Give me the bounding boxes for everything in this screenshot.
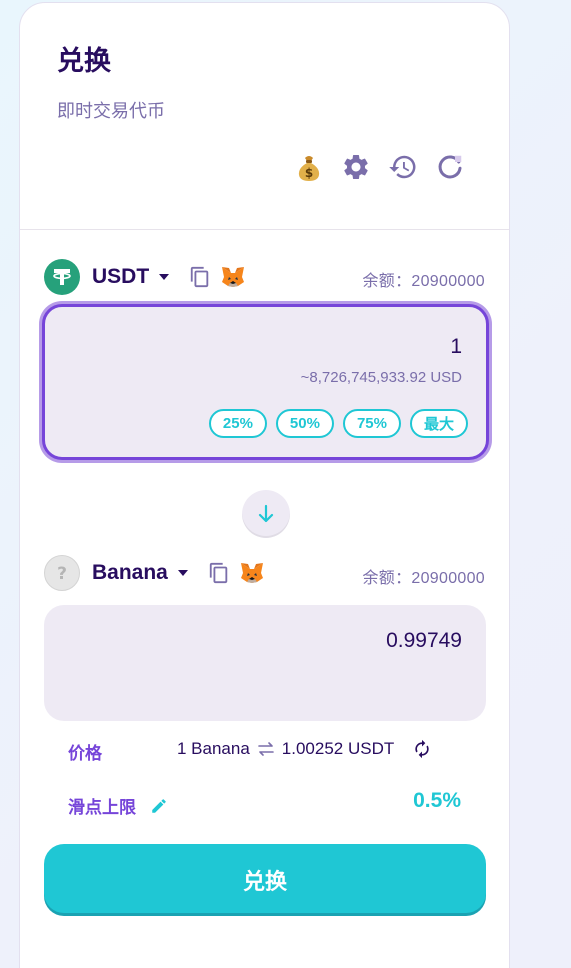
- to-balance: 余额：20900000: [362, 570, 485, 587]
- slippage-setting[interactable]: 滑点上限: [68, 793, 168, 818]
- autorenew-icon[interactable]: [412, 739, 432, 759]
- switch-tokens-button[interactable]: [242, 490, 290, 538]
- from-amount-box[interactable]: 1 ~8,726,745,933.92 USD 25% 50% 75% 最大: [42, 304, 489, 460]
- swap-button[interactable]: 兑换: [44, 844, 486, 916]
- arrow-down-icon: [258, 504, 274, 523]
- copy-icon[interactable]: [189, 265, 211, 289]
- metamask-fox-icon[interactable]: [240, 562, 264, 584]
- unknown-token-icon: ?: [44, 555, 80, 591]
- svg-text:$: $: [305, 166, 313, 180]
- copy-icon[interactable]: [208, 561, 230, 585]
- pencil-icon[interactable]: [150, 797, 168, 815]
- swap-card: 兑换 即时交易代币 $ USDT 余额：20900000 1 ~8,726,74…: [19, 2, 510, 968]
- to-token-selector[interactable]: ? Banana: [44, 555, 264, 591]
- metamask-fox-icon[interactable]: [221, 266, 245, 288]
- money-bag-icon[interactable]: $: [292, 149, 326, 185]
- from-usd-value: ~8,726,745,933.92 USD: [300, 369, 462, 386]
- max-button[interactable]: 最大: [409, 409, 468, 438]
- price-label: 价格: [68, 744, 102, 764]
- from-token-name: USDT: [92, 265, 150, 288]
- percent-25-button[interactable]: 25%: [208, 409, 267, 438]
- from-token-selector[interactable]: USDT: [44, 259, 245, 295]
- slippage-value: 0.5%: [413, 789, 461, 812]
- price-value: 1 Banana 1.00252 USDT: [177, 739, 432, 759]
- page-title: 兑换: [57, 46, 111, 77]
- chevron-down-icon: [177, 570, 188, 576]
- chevron-down-icon: [159, 274, 170, 280]
- swap-arrows-icon: [257, 742, 274, 756]
- price-left: 1 Banana: [177, 739, 250, 758]
- page-subtitle: 即时交易代币: [57, 101, 165, 122]
- history-icon[interactable]: [386, 149, 420, 185]
- gear-icon[interactable]: [339, 149, 373, 185]
- from-amount-input[interactable]: 1: [450, 335, 462, 359]
- svg-text:?: ?: [57, 564, 67, 584]
- toolbar: $: [292, 149, 467, 185]
- usdt-logo-icon: [44, 259, 80, 295]
- percent-buttons: 25% 50% 75% 最大: [208, 409, 468, 438]
- to-token-name: Banana: [92, 561, 168, 584]
- price-right: 1.00252 USDT: [281, 739, 395, 758]
- header-divider: [20, 229, 509, 230]
- percent-50-button[interactable]: 50%: [275, 409, 334, 438]
- to-amount-box[interactable]: 0.99749: [44, 605, 486, 721]
- percent-75-button[interactable]: 75%: [342, 409, 401, 438]
- to-amount-input[interactable]: 0.99749: [386, 629, 462, 653]
- slippage-label: 滑点上限: [68, 798, 136, 818]
- from-balance: 余额：20900000: [362, 273, 485, 290]
- refresh-icon[interactable]: [433, 149, 467, 185]
